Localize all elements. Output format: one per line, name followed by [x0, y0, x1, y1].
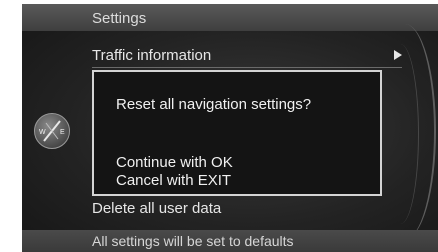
cancel-exit-option[interactable]: Cancel with EXIT — [116, 172, 231, 189]
menu-item-traffic-information[interactable]: Traffic information — [92, 47, 402, 64]
navigation-screen: Settings Traffic information W E Delete … — [22, 4, 438, 252]
compass-icon: W E — [34, 113, 70, 149]
svg-text:W: W — [39, 129, 46, 136]
svg-text:E: E — [60, 129, 65, 136]
page-title: Settings — [92, 10, 147, 27]
menu-item-delete-all-user-data[interactable]: Delete all user data — [92, 200, 402, 217]
menu-item-label: Delete all user data — [92, 200, 222, 217]
menu-item-label: Traffic information — [92, 47, 212, 64]
divider — [92, 67, 402, 68]
status-bar: All settings will be set to defaults — [22, 230, 438, 252]
continue-ok-option[interactable]: Continue with OK — [116, 154, 233, 171]
confirm-dialog: Reset all navigation settings? Continue … — [92, 70, 382, 196]
decorative-arc-inner — [382, 44, 419, 224]
status-text: All settings will be set to defaults — [92, 233, 294, 249]
dialog-question: Reset all navigation settings? — [116, 96, 312, 113]
